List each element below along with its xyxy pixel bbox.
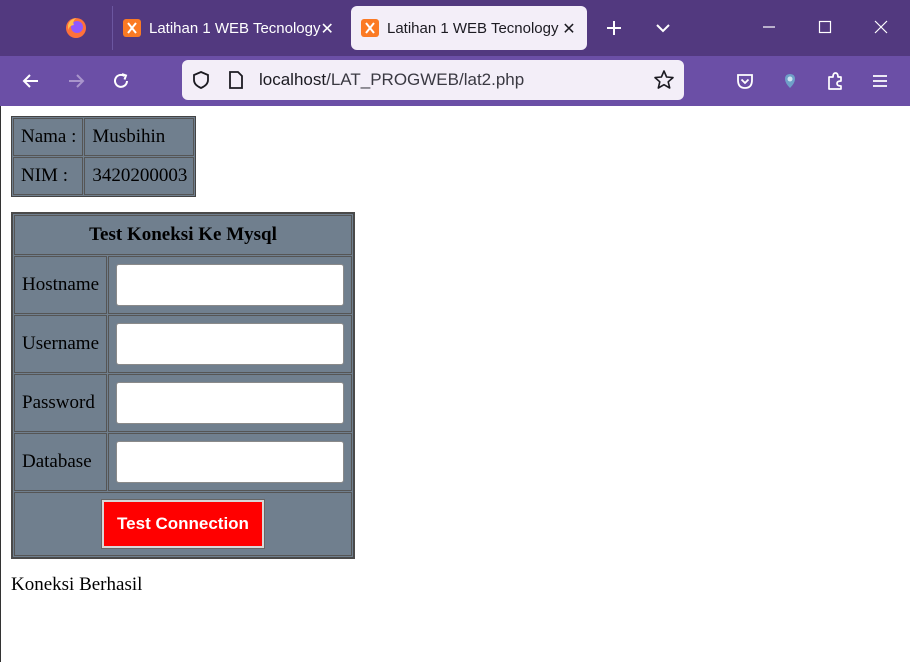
url-bar[interactable]: localhost/LAT_PROGWEB/lat2.php <box>182 60 684 100</box>
nim-value: 3420200003 <box>84 157 195 195</box>
close-icon[interactable]: ✕ <box>561 19 577 38</box>
bookmark-star-icon[interactable] <box>652 68 676 92</box>
tab-list-icon[interactable] <box>649 14 677 42</box>
hostname-label: Hostname <box>14 256 107 314</box>
table-row: Username <box>14 315 352 373</box>
page-content: Nama : Musbihin NIM : 3420200003 Test Ko… <box>0 106 910 662</box>
name-value: Musbihin <box>84 118 195 156</box>
reload-icon[interactable] <box>106 66 136 96</box>
database-cell <box>108 433 352 491</box>
firefox-logo-icon[interactable] <box>64 16 88 40</box>
page-icon[interactable] <box>224 68 248 92</box>
table-row: Nama : Musbihin <box>13 118 195 156</box>
student-info-table: Nama : Musbihin NIM : 3420200003 <box>11 116 197 197</box>
tab-title: Latihan 1 WEB Tecnology <box>149 19 321 37</box>
table-row: Test Connection <box>14 492 352 556</box>
name-label: Nama : <box>13 118 84 156</box>
username-input[interactable] <box>116 323 344 365</box>
maximize-icon[interactable] <box>805 10 845 44</box>
minimize-icon[interactable] <box>749 10 789 44</box>
hostname-input[interactable] <box>116 264 344 306</box>
database-input[interactable] <box>116 441 344 483</box>
table-row: Test Koneksi Ke Mysql <box>14 215 352 255</box>
hostname-cell <box>108 256 352 314</box>
url-text[interactable]: localhost/LAT_PROGWEB/lat2.php <box>259 70 524 90</box>
test-connection-button[interactable]: Test Connection <box>101 499 265 549</box>
table-row: Hostname <box>14 256 352 314</box>
nav-toolbar: localhost/LAT_PROGWEB/lat2.php <box>0 56 910 106</box>
username-cell <box>108 315 352 373</box>
tab-strip: Latihan 1 WEB Tecnology ✕ Latihan 1 WEB … <box>0 0 910 56</box>
form-title: Test Koneksi Ke Mysql <box>14 215 352 255</box>
tab-title: Latihan 1 WEB Tecnology <box>387 19 559 37</box>
window-close-icon[interactable] <box>861 10 901 44</box>
password-label: Password <box>14 374 107 432</box>
url-path: /LAT_PROGWEB/lat2.php <box>326 70 525 89</box>
pocket-icon[interactable] <box>730 66 760 96</box>
xampp-favicon-icon <box>123 19 141 37</box>
new-tab-icon[interactable] <box>600 14 628 42</box>
tab-inactive[interactable]: Latihan 1 WEB Tecnology ✕ <box>112 6 342 50</box>
forward-icon[interactable] <box>61 66 91 96</box>
xampp-favicon-icon <box>361 19 379 37</box>
table-row: Password <box>14 374 352 432</box>
button-cell: Test Connection <box>14 492 352 556</box>
database-label: Database <box>14 433 107 491</box>
table-row: NIM : 3420200003 <box>13 157 195 195</box>
close-icon[interactable]: ✕ <box>321 19 334 38</box>
shield-icon[interactable] <box>189 68 213 92</box>
connection-form: Test Koneksi Ke Mysql Hostname Username … <box>11 212 355 559</box>
username-label: Username <box>14 315 107 373</box>
url-host: localhost <box>259 70 327 89</box>
extensions-icon[interactable] <box>820 66 850 96</box>
password-cell <box>108 374 352 432</box>
password-input[interactable] <box>116 382 344 424</box>
nim-label: NIM : <box>13 157 84 195</box>
status-message: Koneksi Berhasil <box>11 574 143 595</box>
table-row: Database <box>14 433 352 491</box>
back-icon[interactable] <box>16 66 46 96</box>
tab-active[interactable]: Latihan 1 WEB Tecnology ✕ <box>351 6 587 50</box>
menu-icon[interactable] <box>865 66 895 96</box>
vpn-icon[interactable] <box>775 66 805 96</box>
